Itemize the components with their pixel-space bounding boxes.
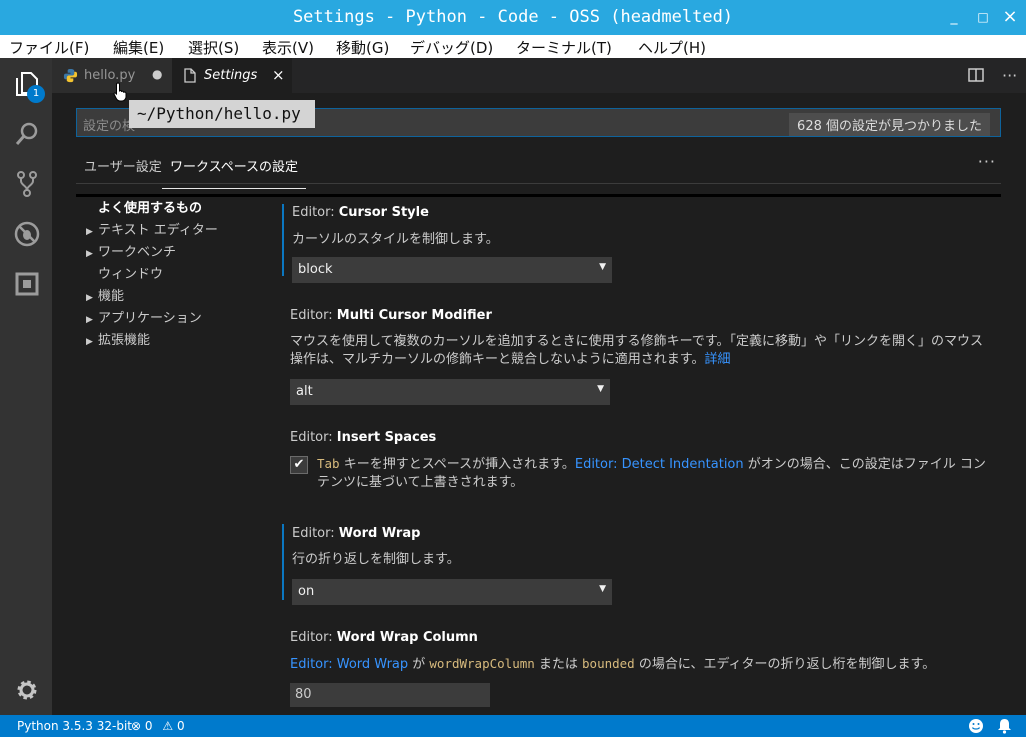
activity-bar — [0, 58, 52, 715]
setting-title: Editor: Multi Cursor Modifier — [290, 308, 492, 323]
scroll-shadow — [76, 194, 1001, 197]
source-control-icon[interactable] — [13, 170, 41, 198]
toc-caret-icon: ▶ — [86, 315, 93, 325]
tab-settings-label: Settings — [204, 68, 258, 83]
setting-word-wrap: Editor: Word Wrap 行の折り返しを制御します。 on ▼ — [282, 524, 1002, 605]
chevron-down-icon: ▼ — [597, 384, 604, 394]
more-actions-icon[interactable]: ··· — [1002, 66, 1017, 85]
status-bar: Python 3.5.3 32-bit ⊗ 0 ⚠ 0 — [0, 715, 1026, 737]
toc-caret-icon: ▶ — [86, 293, 93, 303]
tab-settings[interactable]: Settings × — [172, 58, 292, 93]
search-input[interactable]: 設定の検 — [83, 115, 135, 134]
tab-hello-py-label: hello.py — [84, 68, 136, 83]
setting-title: Editor: Word Wrap Column — [290, 630, 478, 645]
split-editor-icon[interactable] — [968, 68, 984, 82]
multi-cursor-modifier-select[interactable]: alt ▼ — [290, 379, 610, 405]
result-count-badge: 628 個の設定が見つかりました — [789, 113, 990, 136]
gear-icon[interactable] — [13, 676, 41, 704]
dirty-indicator-icon[interactable]: ● — [152, 67, 162, 81]
setting-description: Tab キーを押すとスペースが挿入されます。Editor: Detect Ind… — [317, 456, 986, 490]
menu-edit[interactable]: 編集(E) — [113, 37, 164, 58]
menu-terminal[interactable]: ターミナル(T) — [516, 37, 612, 58]
settings-more-icon[interactable]: ··· — [978, 152, 996, 171]
editor-tabs: hello.py ● Settings × ··· — [52, 58, 1026, 93]
setting-cursor-style: Editor: Cursor Style カーソルのスタイルを制御します。 bl… — [282, 204, 1002, 283]
setting-insert-spaces: Editor: Insert Spaces ✔ Tab キーを押すとスペースが挿… — [282, 430, 1002, 500]
menu-selection[interactable]: 選択(S) — [188, 37, 239, 58]
setting-title: Editor: Cursor Style — [292, 205, 429, 220]
window-title: Settings - Python - Code - OSS (headmelt… — [292, 7, 734, 27]
notifications-bell-icon[interactable] — [997, 718, 1012, 734]
menu-file[interactable]: ファイル(F) — [9, 37, 89, 58]
close-tab-icon[interactable]: × — [272, 66, 285, 84]
menu-help[interactable]: ヘルプ(H) — [638, 37, 706, 58]
chevron-down-icon: ▼ — [599, 584, 606, 594]
setting-multi-cursor-modifier: Editor: Multi Cursor Modifier マウスを使用して複数… — [282, 308, 1002, 408]
title-bar: Settings - Python - Code - OSS (headmelt… — [0, 0, 1026, 35]
maximize-button[interactable]: □ — [975, 9, 991, 25]
word-wrap-link[interactable]: Editor: Word Wrap — [290, 657, 408, 672]
debug-icon[interactable] — [13, 220, 41, 248]
details-link[interactable]: 詳細 — [704, 352, 730, 367]
toc-caret-icon: ▶ — [86, 249, 93, 259]
setting-description: カーソルのスタイルを制御します。 — [292, 232, 499, 247]
search-icon[interactable] — [13, 120, 41, 148]
problems-indicator[interactable]: ⊗ 0 ⚠ 0 — [131, 719, 185, 733]
menu-go[interactable]: 移動(G) — [336, 37, 389, 58]
settings-scope-tabs: ユーザー設定 ワークスペースの設定 ··· — [76, 148, 1001, 189]
menu-bar: ファイル(F) 編集(E) 選択(S) 表示(V) 移動(G) デバッグ(D) … — [0, 35, 1026, 58]
toc-item-text-editor[interactable]: ▶ テキスト エディター — [86, 219, 218, 238]
python-interpreter[interactable]: Python 3.5.3 32-bit — [17, 719, 132, 733]
chevron-down-icon: ▼ — [599, 262, 606, 272]
toc-item-extensions[interactable]: ▶ 拡張機能 — [86, 329, 150, 348]
toc-caret-icon: ▶ — [86, 227, 93, 237]
explorer-badge: 1 — [27, 85, 45, 103]
file-icon — [184, 68, 196, 83]
menu-debug[interactable]: デバッグ(D) — [410, 37, 493, 58]
warning-icon: ⚠ — [162, 719, 174, 733]
setting-title: Editor: Word Wrap — [292, 526, 421, 541]
feedback-smiley-icon[interactable] — [968, 718, 984, 734]
hand-cursor-icon — [113, 82, 127, 102]
menu-view[interactable]: 表示(V) — [262, 37, 314, 58]
python-file-icon — [63, 68, 78, 83]
toc-caret-icon: ▶ — [86, 337, 93, 347]
insert-spaces-checkbox[interactable]: ✔ — [290, 456, 308, 474]
toc-item-features[interactable]: ▶ 機能 — [86, 285, 124, 304]
toc-item-window[interactable]: ウィンドウ — [98, 263, 163, 282]
extensions-icon[interactable] — [13, 270, 41, 298]
detect-indentation-link[interactable]: Editor: Detect Indentation — [575, 457, 744, 472]
cursor-style-select[interactable]: block ▼ — [292, 257, 612, 283]
toc-item-application[interactable]: ▶ アプリケーション — [86, 307, 202, 326]
minimize-button[interactable]: _ — [946, 9, 962, 25]
tab-workspace-settings[interactable]: ワークスペースの設定 — [162, 156, 307, 189]
setting-description: Editor: Word Wrap が wordWrapColumn または b… — [290, 656, 936, 672]
word-wrap-column-input[interactable]: 80 — [290, 683, 490, 707]
close-window-button[interactable]: × — [1002, 8, 1018, 26]
setting-title: Editor: Insert Spaces — [290, 430, 437, 445]
setting-description: 行の折り返しを制御します。 — [292, 552, 460, 567]
toc-item-workbench[interactable]: ▶ ワークベンチ — [86, 241, 176, 260]
word-wrap-select[interactable]: on ▼ — [292, 579, 612, 605]
setting-word-wrap-column: Editor: Word Wrap Column Editor: Word Wr… — [282, 630, 1002, 710]
tab-path-tooltip: ~/Python/hello.py — [129, 100, 315, 128]
error-icon: ⊗ — [131, 719, 142, 733]
tab-user-settings[interactable]: ユーザー設定 — [84, 156, 162, 175]
tab-hello-py[interactable]: hello.py ● — [52, 58, 172, 93]
toc-item-common[interactable]: よく使用するもの — [98, 197, 202, 216]
setting-description: マウスを使用して複数のカーソルを追加するときに使用する修飾キーです。「定義に移動… — [290, 334, 984, 367]
